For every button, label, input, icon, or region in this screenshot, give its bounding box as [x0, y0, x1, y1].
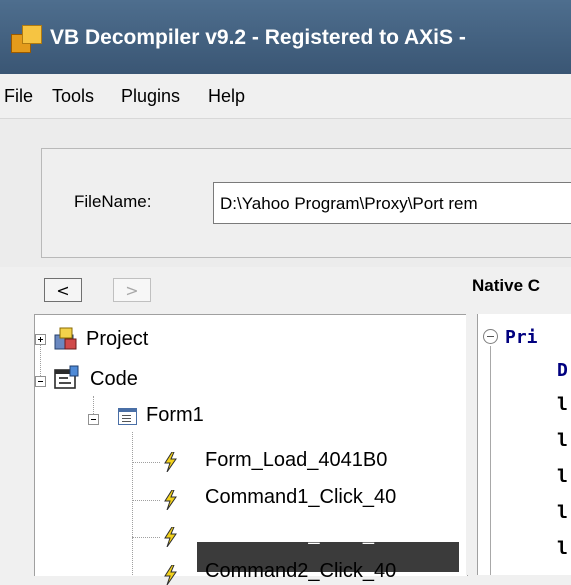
lightning-icon [164, 490, 177, 510]
native-code-label: Native C [472, 276, 541, 295]
tree-connector [132, 462, 160, 463]
collapse-form1-toggle[interactable] [88, 414, 99, 425]
code-line: l [557, 394, 568, 415]
tree-item-project[interactable]: Project [86, 328, 148, 351]
fold-guide-line [490, 346, 491, 575]
menu-tools[interactable]: Tools [52, 86, 94, 107]
code-line: l [557, 538, 568, 559]
collapse-code-toggle[interactable] [35, 376, 46, 387]
back-button[interactable]: < [44, 278, 82, 302]
tree-connector [132, 500, 160, 501]
collapse-block-icon[interactable] [483, 329, 498, 344]
form-icon [118, 408, 137, 425]
code-line: Pri [505, 327, 538, 348]
code-view[interactable]: Pri D l l l l l [477, 314, 571, 575]
filename-input[interactable]: D:\Yahoo Program\Proxy\Port rem [213, 182, 571, 224]
menu-file[interactable]: File [4, 86, 33, 107]
menu-bar: File Tools Plugins Help [0, 74, 571, 119]
tree-item-form1[interactable]: Form1 [146, 404, 204, 427]
app-icon [11, 25, 42, 53]
lightning-icon [164, 452, 177, 472]
expand-project-toggle[interactable] [35, 334, 46, 345]
code-line: D [557, 360, 568, 381]
window-title: VB Decompiler v9.2 - Registered to AXiS … [50, 26, 466, 49]
menu-help[interactable]: Help [208, 86, 245, 107]
menu-plugins[interactable]: Plugins [121, 86, 180, 107]
pane-splitter[interactable] [466, 314, 477, 575]
code-line: l [557, 466, 568, 487]
lightning-icon [164, 527, 177, 547]
code-icon [54, 365, 79, 389]
tree-item-event[interactable]: Form_Load_4041B0 [205, 449, 387, 472]
tree-item-code[interactable]: Code [90, 368, 138, 391]
tree-connector [132, 537, 160, 538]
title-bar: VB Decompiler v9.2 - Registered to AXiS … [0, 0, 571, 74]
tree-item-event[interactable]: Command2_Click_40 [205, 560, 396, 583]
forward-button[interactable]: > [113, 278, 151, 302]
project-icon [54, 327, 77, 350]
tree-connector [132, 432, 133, 575]
lightning-icon [164, 565, 177, 585]
filename-label: FileName: [74, 192, 152, 211]
tree-item-event[interactable]: Command1_Click_40 [205, 486, 396, 509]
tree-item-event-selected[interactable]: Command3_Click_40 [205, 523, 396, 546]
code-line: l [557, 502, 568, 523]
code-line: l [557, 430, 568, 451]
